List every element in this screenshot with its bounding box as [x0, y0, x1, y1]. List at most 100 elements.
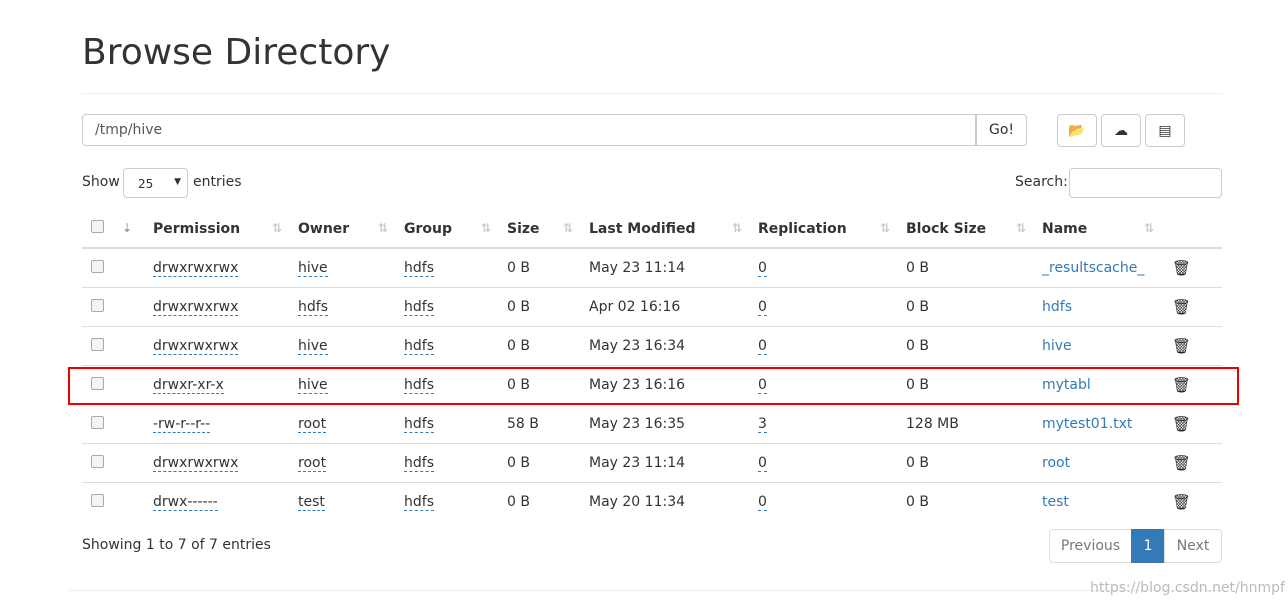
owner-link[interactable]: root [298, 416, 327, 433]
replication-link[interactable]: 0 [758, 260, 767, 277]
trash-icon[interactable]: 🗑 [1172, 454, 1191, 472]
row-checkbox[interactable] [91, 493, 104, 507]
permission-link[interactable]: drwxrwxrwx [153, 338, 239, 355]
trash-icon[interactable]: 🗑 [1172, 259, 1191, 277]
divider [82, 93, 1222, 94]
show-label: Show [82, 174, 120, 190]
replication-link[interactable]: 0 [758, 455, 767, 472]
entries-value: 25 [138, 177, 154, 191]
name-link[interactable]: _resultscache_ [1042, 260, 1144, 276]
row-checkbox[interactable] [91, 415, 104, 429]
search-input[interactable] [1069, 168, 1222, 198]
select-all-checkbox[interactable] [91, 220, 104, 233]
replication-link[interactable]: 3 [758, 416, 767, 433]
block-size-cell: 0 B [906, 326, 1042, 366]
row-checkbox[interactable] [91, 454, 104, 468]
last-modified-cell: May 23 16:35 [589, 404, 758, 444]
column-header-size[interactable]: Size ⇅ [507, 210, 589, 249]
size-cell: 0 B [507, 482, 589, 521]
page-1-button[interactable]: 1 [1131, 529, 1165, 563]
last-modified-cell: May 23 11:14 [589, 443, 758, 483]
group-link[interactable]: hdfs [404, 299, 434, 316]
replication-link[interactable]: 0 [758, 338, 767, 355]
table-row: drwxrwxrwx hdfs hdfs 0 B Apr 02 16:16 0 0 Bhdf… [82, 287, 1222, 327]
last-modified-cell: Apr 02 16:16 [589, 287, 758, 327]
file-table: ⇣ Permission ⇅ Owner ⇅ Group ⇅ Size ⇅ Last Modifi… [82, 210, 1222, 521]
permission-link[interactable]: drwx------ [153, 494, 218, 511]
name-link[interactable]: root [1042, 455, 1070, 471]
trash-icon[interactable]: 🗑 [1172, 493, 1191, 511]
folder-open-button[interactable]: 📂 [1057, 114, 1097, 147]
column-header-last-modified[interactable]: Last Modified ⇅ [589, 210, 758, 249]
owner-link[interactable]: hive [298, 338, 328, 355]
block-size-cell: 0 B [906, 482, 1042, 521]
size-cell: 0 B [507, 287, 589, 327]
previous-button[interactable]: Previous [1049, 529, 1132, 563]
owner-link[interactable]: test [298, 494, 325, 511]
divider [68, 590, 1222, 591]
owner-link[interactable]: hdfs [298, 299, 328, 316]
showing-info: Showing 1 to 7 of 7 entries [82, 537, 271, 553]
replication-link[interactable]: 0 [758, 299, 767, 316]
trash-icon[interactable]: 🗑 [1172, 298, 1191, 316]
folder-open-icon: 📂 [1068, 122, 1086, 139]
path-input[interactable] [82, 114, 976, 146]
next-button[interactable]: Next [1164, 529, 1222, 563]
go-button[interactable]: Go! [976, 114, 1027, 146]
replication-link[interactable]: 0 [758, 494, 767, 511]
name-link[interactable]: hive [1042, 338, 1072, 354]
column-header-name[interactable]: Name ⇅ [1042, 210, 1172, 249]
group-link[interactable]: hdfs [404, 260, 434, 277]
search-label: Search: [1015, 174, 1068, 190]
name-link[interactable]: hdfs [1042, 299, 1072, 315]
block-size-cell: 0 B [906, 247, 1042, 288]
list-button[interactable]: ▤ [1145, 114, 1185, 147]
row-checkbox[interactable] [91, 337, 104, 351]
size-cell: 0 B [507, 326, 589, 366]
cloud-upload-button[interactable]: ☁ [1101, 114, 1141, 147]
sort-icon: ⇅ [377, 221, 388, 235]
trash-icon[interactable]: 🗑 [1172, 415, 1191, 433]
column-header-permission[interactable]: Permission ⇅ [153, 210, 298, 249]
column-header-owner[interactable]: Owner ⇅ [298, 210, 404, 249]
sort-icon: ⇅ [1143, 221, 1154, 235]
row-checkbox[interactable] [91, 259, 104, 273]
highlight-box [68, 367, 1239, 405]
last-modified-cell: May 23 11:14 [589, 247, 758, 288]
sort-icon: ⇅ [562, 221, 573, 235]
cloud-upload-icon: ☁ [1114, 122, 1128, 139]
column-header-block-size[interactable]: Block Size ⇅ [906, 210, 1042, 249]
sort-icon: ⇅ [731, 221, 742, 235]
table-row: drwxrwxrwx root hdfs 0 B May 23 11:14 0 0 Broo… [82, 443, 1222, 483]
sort-icon[interactable]: ⇣ [122, 221, 132, 235]
group-link[interactable]: hdfs [404, 494, 434, 511]
trash-icon[interactable]: 🗑 [1172, 337, 1191, 355]
column-header-group[interactable]: Group ⇅ [404, 210, 507, 249]
name-link[interactable]: test [1042, 494, 1069, 510]
owner-link[interactable]: hive [298, 260, 328, 277]
permission-link[interactable]: -rw-r--r-- [153, 416, 211, 433]
permission-link[interactable]: drwxrwxrwx [153, 455, 239, 472]
block-size-cell: 0 B [906, 443, 1042, 483]
watermark: https://blog.csdn.net/hnmpf [1090, 580, 1285, 596]
group-link[interactable]: hdfs [404, 416, 434, 433]
entries-select[interactable]: 25 ▼ [123, 168, 188, 198]
group-link[interactable]: hdfs [404, 455, 434, 472]
last-modified-cell: May 23 16:34 [589, 326, 758, 366]
sort-icon: ⇅ [879, 221, 890, 235]
group-link[interactable]: hdfs [404, 338, 434, 355]
table-row: drwx------ test hdfs 0 B May 20 11:34 0 0 Btes… [82, 482, 1222, 521]
permission-link[interactable]: drwxrwxrwx [153, 260, 239, 277]
owner-link[interactable]: root [298, 455, 327, 472]
permission-link[interactable]: drwxrwxrwx [153, 299, 239, 316]
name-link[interactable]: mytest01.txt [1042, 416, 1132, 432]
row-checkbox[interactable] [91, 298, 104, 312]
block-size-cell: 128 MB [906, 404, 1042, 444]
page-title: Browse Directory [82, 32, 391, 73]
sort-icon: ⇅ [480, 221, 491, 235]
sort-icon: ⇅ [271, 221, 282, 235]
column-header-replication[interactable]: Replication ⇅ [758, 210, 906, 249]
size-cell: 0 B [507, 443, 589, 483]
chevron-down-icon: ▼ [174, 177, 181, 187]
table-row: drwxrwxrwx hive hdfs 0 B May 23 11:14 0 0 B _re… [82, 247, 1222, 288]
